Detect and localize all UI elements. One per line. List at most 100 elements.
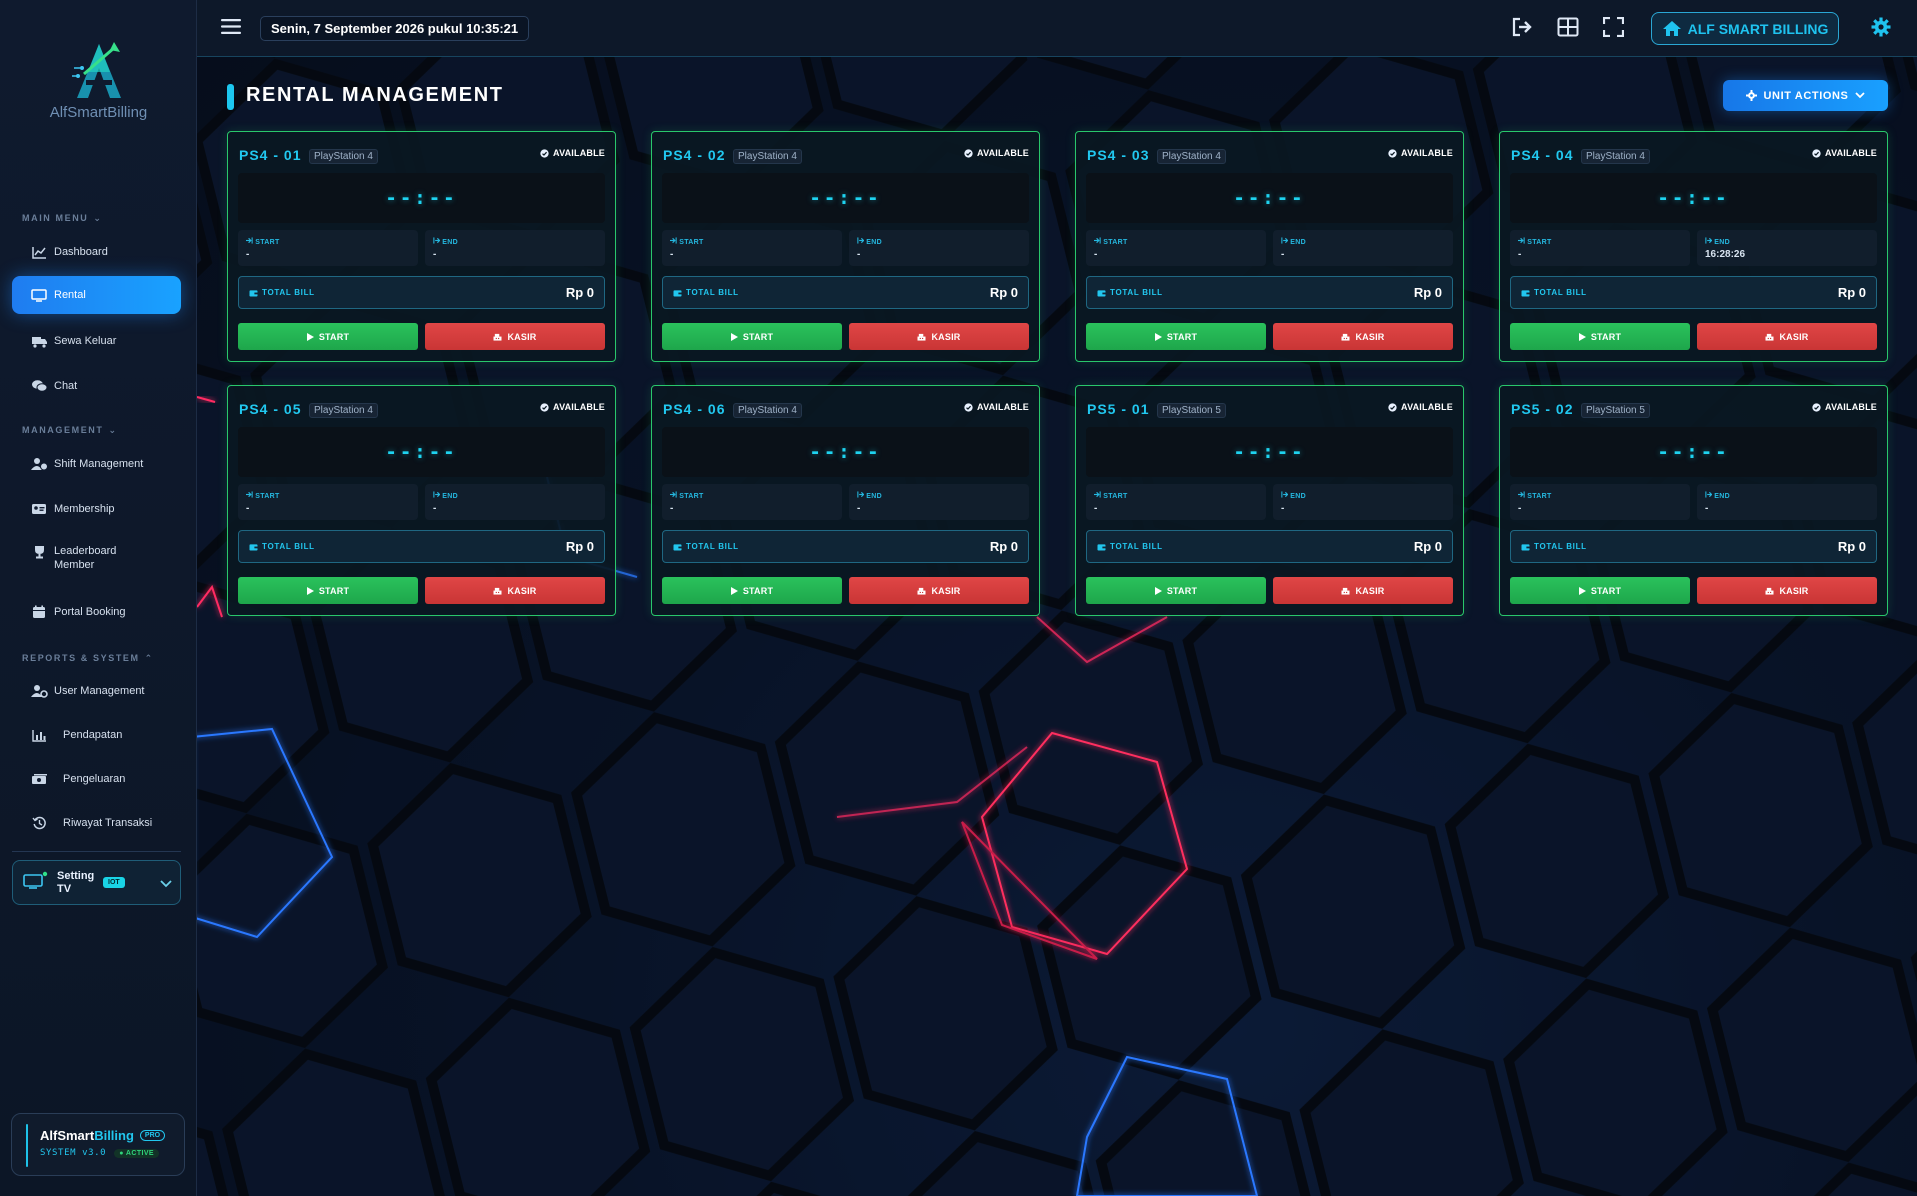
unit-console-type: PlayStation 5 — [1581, 403, 1650, 418]
chevron-down-icon — [160, 875, 172, 891]
play-icon — [730, 586, 738, 595]
unit-actions-button[interactable]: UNIT ACTIONS — [1723, 80, 1888, 111]
sign-out-icon — [1705, 237, 1713, 244]
end-time-box: END - — [425, 484, 605, 520]
start-time-box: START - — [1086, 484, 1266, 520]
kasir-button[interactable]: KASIR — [425, 577, 605, 604]
settings-gear-icon[interactable] — [1871, 17, 1891, 42]
sidebar-item-shift-management[interactable]: Shift Management — [12, 445, 181, 483]
unit-name: PS4 - 06 — [663, 401, 726, 417]
end-time-box: END - — [849, 484, 1029, 520]
play-icon — [1578, 586, 1586, 595]
sidebar-item-membership[interactable]: Membership — [12, 490, 181, 528]
end-time-value: - — [857, 249, 861, 260]
top-header: Senin, 7 September 2026 pukul 10:35:21 A… — [197, 0, 1917, 57]
sign-in-icon — [1518, 491, 1525, 498]
total-bill-box: TOTAL BILL Rp 0 — [1086, 530, 1453, 563]
logout-icon[interactable] — [1511, 17, 1533, 42]
reports-system-title[interactable]: REPORTS & SYSTEM ⌃ — [22, 653, 154, 664]
current-datetime: Senin, 7 September 2026 pukul 10:35:21 — [260, 16, 530, 41]
kasir-button[interactable]: KASIR — [849, 323, 1029, 350]
end-time-label: END — [433, 237, 605, 246]
sidebar-item-chat[interactable]: Chat — [12, 367, 181, 405]
sidebar-item-rental[interactable]: Rental — [12, 276, 181, 314]
play-icon — [1154, 332, 1162, 341]
start-button[interactable]: START — [238, 577, 418, 604]
start-button[interactable]: START — [662, 577, 842, 604]
sidebar-item-label: Pendapatan — [63, 729, 123, 741]
sign-out-icon — [1705, 491, 1713, 498]
start-button[interactable]: START — [1510, 323, 1690, 350]
kasir-button[interactable]: KASIR — [1697, 577, 1877, 604]
kasir-button[interactable]: KASIR — [1273, 577, 1453, 604]
start-time-box: START - — [1510, 230, 1690, 266]
unit-status: AVAILABLE — [1812, 402, 1877, 412]
main-menu-title[interactable]: MAIN MENU ⌄ — [22, 213, 103, 224]
active-status-badge: ● ACTIVE — [114, 1149, 159, 1158]
unit-name: PS4 - 02 — [663, 147, 726, 163]
start-button[interactable]: START — [1086, 577, 1266, 604]
id-card-icon — [30, 501, 48, 517]
start-time-box: START - — [662, 484, 842, 520]
management-title[interactable]: MANAGEMENT ⌄ — [22, 425, 118, 436]
end-time-value: - — [857, 503, 861, 514]
kasir-button[interactable]: KASIR — [1273, 323, 1453, 350]
play-icon — [1578, 332, 1586, 341]
start-button[interactable]: START — [238, 323, 418, 350]
hamburger-menu-icon[interactable] — [221, 18, 241, 40]
total-bill-value: Rp 0 — [989, 285, 1018, 300]
setting-tv-toggle[interactable]: Setting TV IOT — [12, 860, 181, 905]
sidebar-item-pengeluaran[interactable]: Pengeluaran — [12, 760, 181, 798]
sidebar-item-dashboard[interactable]: Dashboard — [12, 233, 181, 271]
cash-register-icon — [1341, 587, 1350, 595]
sidebar-item-sewa-keluar[interactable]: Sewa Keluar — [12, 322, 181, 360]
sidebar-item-portal-booking[interactable]: Portal Booking — [12, 593, 181, 631]
unit-timer: --:-- — [662, 173, 1029, 223]
total-bill-label: TOTAL BILL — [1521, 542, 1587, 551]
bar-chart-icon — [30, 727, 48, 743]
start-time-value: - — [1094, 503, 1098, 514]
chevron-up-icon: ⌃ — [144, 653, 154, 663]
kasir-button[interactable]: KASIR — [425, 323, 605, 350]
end-time-value: 16:28:26 — [1705, 249, 1746, 260]
fullscreen-icon[interactable] — [1602, 16, 1625, 42]
check-circle-icon — [1812, 402, 1821, 412]
start-button[interactable]: START — [662, 323, 842, 350]
page-title: RENTAL MANAGEMENT — [226, 84, 504, 110]
start-button[interactable]: START — [1086, 323, 1266, 350]
sidebar-item-user-management[interactable]: User Management — [12, 672, 181, 710]
brand-label: ALF SMART BILLING — [1687, 20, 1829, 37]
grid-view-icon[interactable] — [1557, 17, 1579, 42]
brand-home-button[interactable]: ALF SMART BILLING — [1651, 12, 1839, 45]
unit-timer: --:-- — [238, 427, 605, 477]
start-time-label: START — [670, 491, 842, 500]
sidebar-divider — [12, 851, 181, 852]
app-logo[interactable]: AlfSmartBilling — [0, 38, 197, 121]
total-bill-box: TOTAL BILL Rp 0 — [662, 276, 1029, 309]
sign-out-icon — [433, 237, 441, 244]
sidebar-item-pendapatan[interactable]: Pendapatan — [12, 716, 181, 754]
total-bill-value: Rp 0 — [1413, 285, 1442, 300]
end-time-value: - — [1281, 503, 1285, 514]
sign-in-icon — [246, 491, 253, 498]
system-name: AlfSmartBilling PRO — [40, 1128, 184, 1143]
sign-in-icon — [1094, 237, 1101, 244]
sidebar-item-label: Riwayat Transaksi — [63, 817, 153, 829]
cash-register-icon — [917, 587, 926, 595]
total-bill-label: TOTAL BILL — [1521, 288, 1587, 297]
sidebar-item-riwayat-transaksi[interactable]: Riwayat Transaksi — [12, 804, 181, 842]
end-time-value: - — [1281, 249, 1285, 260]
total-bill-box: TOTAL BILL Rp 0 — [238, 276, 605, 309]
kasir-button[interactable]: KASIR — [1697, 323, 1877, 350]
start-time-label: START — [1094, 491, 1266, 500]
logo-text: AlfSmartBilling — [49, 104, 148, 121]
sidebar-item-leaderboard-member[interactable]: Leaderboard Member — [12, 537, 181, 581]
total-bill-label: TOTAL BILL — [673, 288, 739, 297]
home-icon — [1662, 21, 1681, 36]
total-bill-label: TOTAL BILL — [249, 542, 315, 551]
start-button[interactable]: START — [1510, 577, 1690, 604]
kasir-button[interactable]: KASIR — [849, 577, 1029, 604]
sidebar-item-label: Portal Booking — [54, 606, 126, 618]
start-time-label: START — [1518, 491, 1690, 500]
total-bill-label: TOTAL BILL — [673, 542, 739, 551]
